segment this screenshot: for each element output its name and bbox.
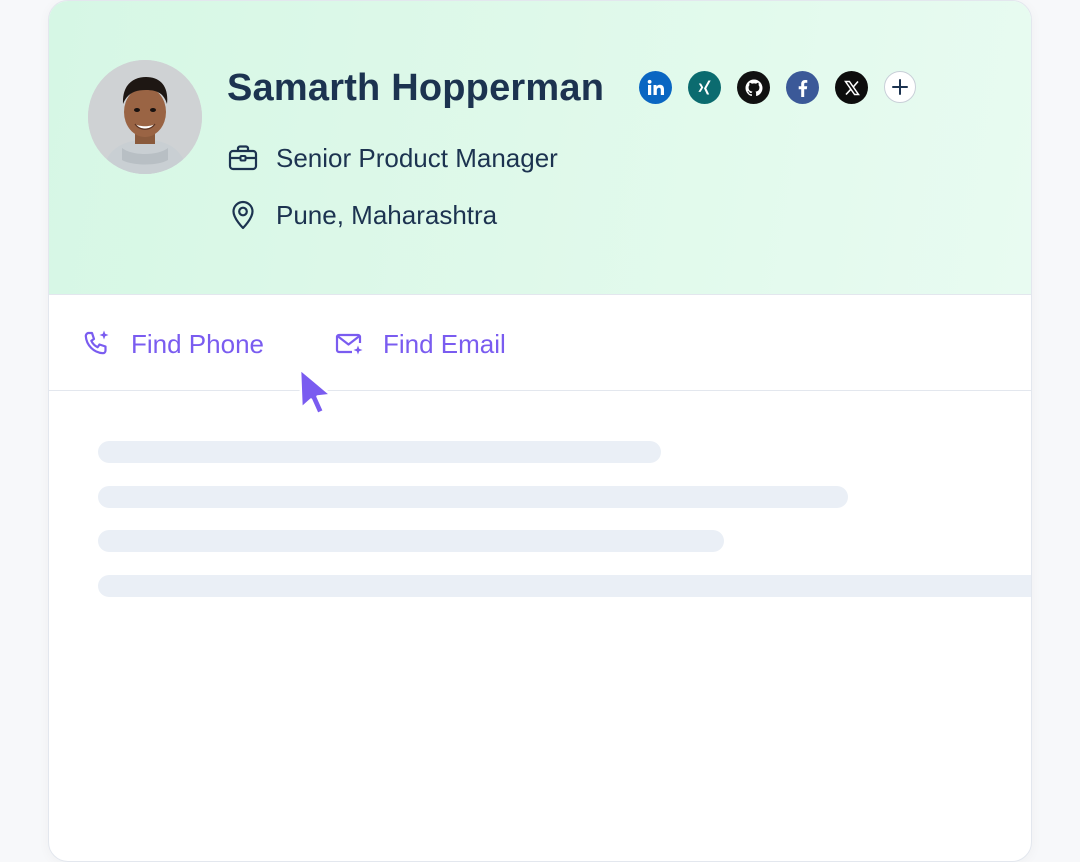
contact-actions: Find Phone Find Email (49, 295, 1031, 391)
skeleton-line (98, 575, 1031, 597)
skeleton-line (98, 530, 724, 552)
profile-card: Samarth Hopperman Senior Product Manager… (48, 0, 1032, 862)
skeleton-line (98, 441, 661, 463)
facebook-icon[interactable] (786, 71, 819, 104)
phone-sparkle-icon (81, 328, 113, 360)
find-phone-button[interactable]: Find Phone (81, 328, 264, 360)
skeleton-line (98, 486, 848, 508)
add-social-button[interactable] (884, 71, 916, 103)
find-email-button[interactable]: Find Email (333, 328, 506, 360)
mail-sparkle-icon (333, 328, 365, 360)
job-title-row: Senior Product Manager (227, 142, 558, 174)
find-email-label: Find Email (383, 328, 506, 359)
briefcase-icon (227, 142, 259, 174)
location-pin-icon (227, 199, 259, 231)
plus-icon (892, 79, 908, 95)
xing-icon[interactable] (688, 71, 721, 104)
x-twitter-icon[interactable] (835, 71, 868, 104)
location: Pune, Maharashtra (276, 199, 498, 230)
linkedin-icon[interactable] (639, 71, 672, 104)
github-icon[interactable] (737, 71, 770, 104)
profile-header: Samarth Hopperman Senior Product Manager… (49, 1, 1031, 295)
mouse-pointer-icon (297, 367, 335, 417)
profile-name: Samarth Hopperman (227, 67, 605, 109)
avatar (88, 60, 202, 174)
social-links (639, 71, 916, 104)
job-title: Senior Product Manager (276, 142, 558, 173)
location-row: Pune, Maharashtra (227, 199, 497, 231)
find-phone-label: Find Phone (131, 328, 264, 359)
